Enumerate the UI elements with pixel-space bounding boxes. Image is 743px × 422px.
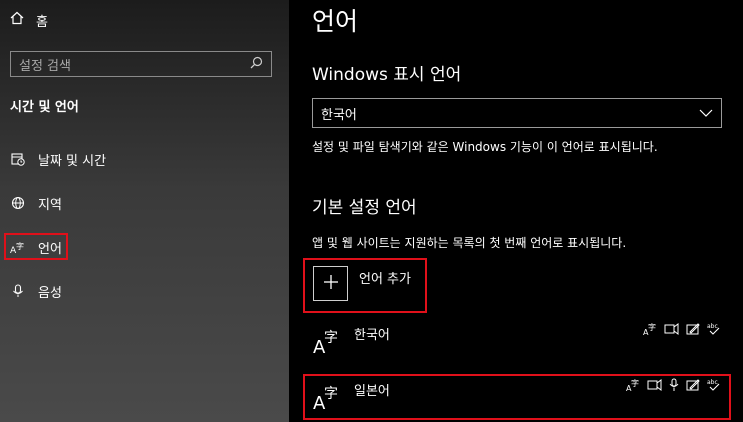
handwriting-icon xyxy=(686,378,700,392)
nav-home-label: 홈 xyxy=(36,14,48,30)
language-item-korean[interactable]: A字 한국어 A字 abc xyxy=(303,322,733,362)
section-title: 시간 및 언어 xyxy=(10,100,79,115)
sidebar-item-label: 음성 xyxy=(38,285,62,301)
settings-search-input[interactable]: 설정 검색 xyxy=(10,51,272,77)
spell-check-icon: abc xyxy=(707,322,721,336)
chevron-down-icon xyxy=(699,106,713,121)
sidebar: 홈 설정 검색 시간 및 언어 날짜 및 시간 지역 A字 언어 음성 xyxy=(0,0,289,422)
sidebar-item-speech[interactable]: 음성 xyxy=(10,281,62,301)
language-features: A字 abc xyxy=(626,378,721,392)
svg-text:字: 字 xyxy=(324,330,338,346)
language-name: 일본어 xyxy=(354,384,390,399)
nav-home[interactable]: 홈 xyxy=(10,10,48,30)
text-to-speech-icon xyxy=(664,322,679,336)
svg-text:字: 字 xyxy=(16,241,24,251)
language-glyph-icon: A字 xyxy=(313,380,341,414)
svg-text:字: 字 xyxy=(324,386,338,402)
preferred-languages-heading: 기본 설정 언어 xyxy=(312,198,417,218)
spell-check-icon: abc xyxy=(707,378,721,392)
search-placeholder: 설정 검색 xyxy=(19,58,71,74)
language-item-japanese[interactable]: A字 일본어 A字 abc xyxy=(303,378,733,418)
speech-recognition-icon xyxy=(669,378,679,392)
sidebar-item-language[interactable]: A字 언어 xyxy=(10,237,62,257)
display-language-value: 한국어 xyxy=(321,107,357,123)
sidebar-item-label: 언어 xyxy=(38,241,62,257)
language-glyph-icon: A字 xyxy=(313,324,341,358)
sidebar-item-region[interactable]: 지역 xyxy=(10,193,62,213)
display-language-dropdown[interactable]: 한국어 xyxy=(312,98,722,128)
display-language-icon: A字 xyxy=(626,378,640,392)
add-language-button[interactable] xyxy=(313,266,348,301)
sidebar-item-label: 날짜 및 시간 xyxy=(38,153,107,169)
plus-icon xyxy=(323,274,339,294)
sidebar-item-label: 지역 xyxy=(38,197,62,213)
svg-text:abc: abc xyxy=(707,379,718,386)
globe-icon xyxy=(10,196,26,210)
svg-text:abc: abc xyxy=(707,323,718,330)
home-icon xyxy=(10,11,36,29)
language-name: 한국어 xyxy=(354,328,390,343)
add-language-label[interactable]: 언어 추가 xyxy=(359,268,411,287)
microphone-icon xyxy=(10,284,26,298)
main-content: 언어 Windows 표시 언어 한국어 설정 및 파일 탐색기와 같은 Win… xyxy=(289,0,743,422)
display-language-heading: Windows 표시 언어 xyxy=(312,65,462,85)
search-icon[interactable] xyxy=(250,56,263,73)
svg-text:字: 字 xyxy=(648,322,656,332)
preferred-languages-description: 앱 및 웹 사이트는 지원하는 목록의 첫 번째 언어로 표시됩니다. xyxy=(312,236,627,250)
display-language-icon: A字 xyxy=(643,322,657,336)
sidebar-item-date-time[interactable]: 날짜 및 시간 xyxy=(10,149,106,169)
text-to-speech-icon xyxy=(647,378,662,392)
language-icon: A字 xyxy=(10,240,26,254)
svg-text:字: 字 xyxy=(631,378,639,388)
page-title: 언어 xyxy=(312,7,359,36)
display-language-description: 설정 및 파일 탐색기와 같은 Windows 기능이 이 언어로 표시됩니다. xyxy=(312,140,658,154)
handwriting-icon xyxy=(686,322,700,336)
language-features: A字 abc xyxy=(643,322,721,336)
calendar-clock-icon xyxy=(10,152,26,166)
